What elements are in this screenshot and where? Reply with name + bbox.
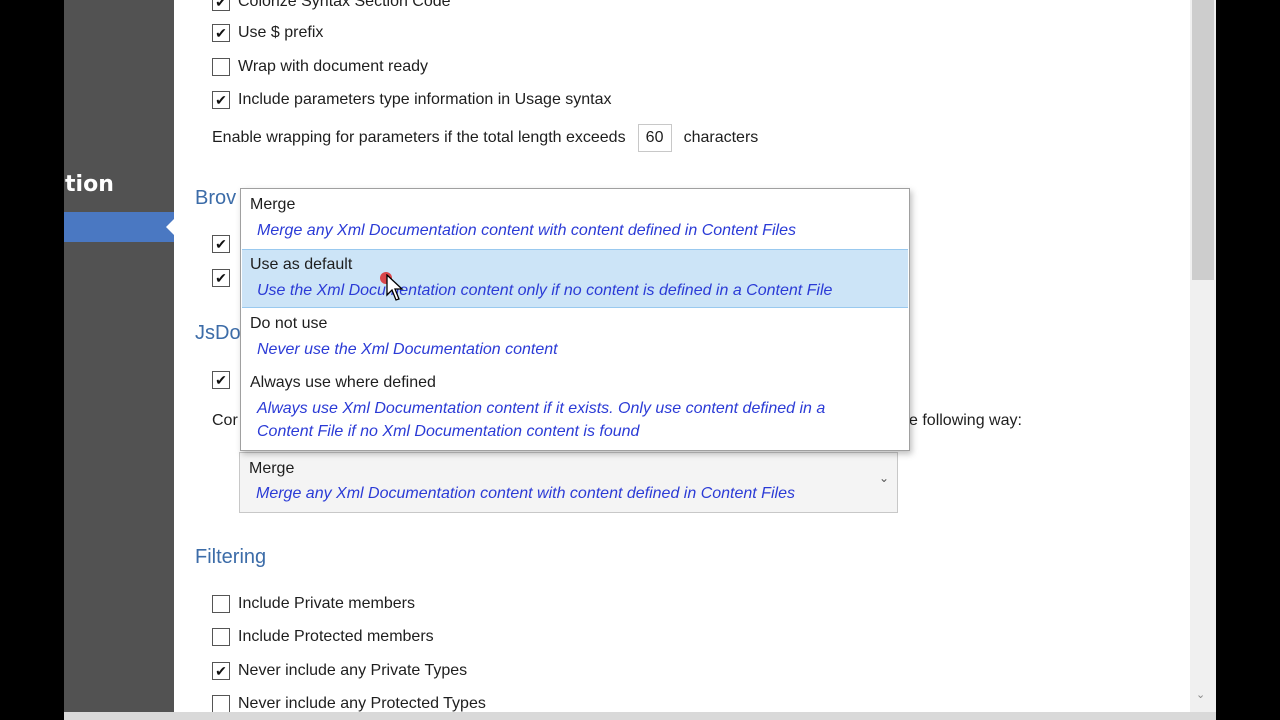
- option-never-private-types[interactable]: ✔ Never include any Private Types: [212, 662, 467, 680]
- checkbox-use-dollar-prefix[interactable]: ✔: [212, 24, 230, 42]
- checkbox-never-private-types[interactable]: ✔: [212, 662, 230, 680]
- option-include-protected-members[interactable]: Include Protected members: [212, 628, 434, 646]
- section-heading-filtering: Filtering: [195, 546, 267, 568]
- option-label: Use $ prefix: [238, 24, 324, 41]
- bottom-border: [64, 712, 1216, 720]
- checkbox-wrap-document-ready[interactable]: [212, 58, 230, 76]
- dropdown-option-title: Use as default: [250, 256, 353, 273]
- dropdown-option-title: Do not use: [250, 315, 328, 332]
- option-hidden-3[interactable]: ✔: [212, 371, 230, 389]
- option-label: Never include any Private Types: [238, 662, 468, 679]
- dropdown-option-description: Merge any Xml Documentation content with…: [257, 222, 796, 239]
- dropdown-option-title: Always use where defined: [250, 374, 436, 391]
- scrollbar-thumb[interactable]: [1192, 0, 1214, 280]
- xml-doc-mode-dropdown-list: Merge Merge any Xml Documentation conten…: [240, 188, 910, 451]
- chevron-down-icon[interactable]: ⌄: [879, 471, 889, 485]
- option-label: Never include any Protected Types: [238, 695, 486, 712]
- content-files-line-suffix: e following way:: [909, 412, 1022, 429]
- combo-selected-title: Merge: [249, 460, 295, 477]
- sidebar-selection-notch: [166, 219, 174, 235]
- scroll-down-arrow-icon[interactable]: ⌄: [1196, 688, 1205, 701]
- dropdown-option-use-as-default[interactable]: Use as default Use the Xml Documentation…: [242, 249, 908, 308]
- option-wrap-document-ready[interactable]: Wrap with document ready: [212, 58, 428, 76]
- sidebar: ntation: [64, 0, 174, 720]
- checkbox-colorize-syntax[interactable]: ✔: [212, 0, 230, 11]
- mouse-cursor-icon: [386, 274, 404, 301]
- content-files-line-prefix: Cor: [212, 412, 238, 429]
- dropdown-option-description: Never use the Xml Documentation content: [257, 341, 558, 358]
- checkbox-never-protected-types[interactable]: [212, 695, 230, 713]
- left-frame: [0, 0, 64, 720]
- option-label: Include Protected members: [238, 628, 434, 645]
- dropdown-option-merge[interactable]: Merge Merge any Xml Documentation conten…: [242, 189, 908, 247]
- option-never-protected-types[interactable]: Never include any Protected Types: [212, 695, 486, 713]
- checkbox-include-protected-members[interactable]: [212, 628, 230, 646]
- checkbox-include-private-members[interactable]: [212, 595, 230, 613]
- sidebar-selected-item[interactable]: [64, 212, 174, 242]
- dropdown-option-do-not-use[interactable]: Do not use Never use the Xml Documentati…: [242, 309, 908, 367]
- section-heading-browser: Brov: [195, 187, 237, 209]
- sidebar-title: ntation: [64, 172, 114, 197]
- combo-selected-description: Merge any Xml Documentation content with…: [256, 485, 795, 502]
- section-heading-jsdoc: JsDo: [195, 322, 241, 344]
- option-label: Include Private members: [238, 595, 415, 612]
- checkbox-include-param-types[interactable]: ✔: [212, 91, 230, 109]
- right-frame: [1216, 0, 1280, 720]
- checkbox-hidden-3[interactable]: ✔: [212, 371, 230, 389]
- dropdown-option-description: Use the Xml Documentation content only i…: [257, 282, 833, 299]
- option-include-private-members[interactable]: Include Private members: [212, 595, 415, 613]
- checkbox-hidden-1[interactable]: ✔: [212, 235, 230, 253]
- wrapping-length-input[interactable]: 60: [637, 124, 672, 152]
- checkbox-hidden-2[interactable]: ✔: [212, 269, 230, 287]
- option-use-dollar-prefix[interactable]: ✔ Use $ prefix: [212, 24, 323, 42]
- option-label: Wrap with document ready: [238, 58, 429, 75]
- option-label: Colorize Syntax Section Code: [238, 0, 451, 10]
- dropdown-option-title: Merge: [250, 196, 296, 213]
- option-include-param-types[interactable]: ✔ Include parameters type information in…: [212, 91, 612, 109]
- dropdown-option-description-line1: Always use Xml Documentation content if …: [257, 400, 826, 417]
- xml-doc-mode-combobox[interactable]: Merge Merge any Xml Documentation conten…: [239, 452, 898, 513]
- dropdown-option-description-line2: Content File if no Xml Documentation con…: [257, 423, 640, 440]
- option-colorize-syntax[interactable]: ✔ Colorize Syntax Section Code: [212, 0, 451, 11]
- option-label: Include parameters type information in U…: [238, 91, 612, 108]
- wrapping-row: Enable wrapping for parameters if the to…: [212, 124, 758, 152]
- wrapping-prefix-label: Enable wrapping for parameters if the to…: [212, 129, 626, 146]
- wrapping-suffix-label: characters: [683, 129, 759, 146]
- dropdown-option-always-use[interactable]: Always use where defined Always use Xml …: [242, 369, 908, 449]
- option-hidden-1[interactable]: ✔: [212, 235, 230, 253]
- option-hidden-2[interactable]: ✔: [212, 269, 230, 287]
